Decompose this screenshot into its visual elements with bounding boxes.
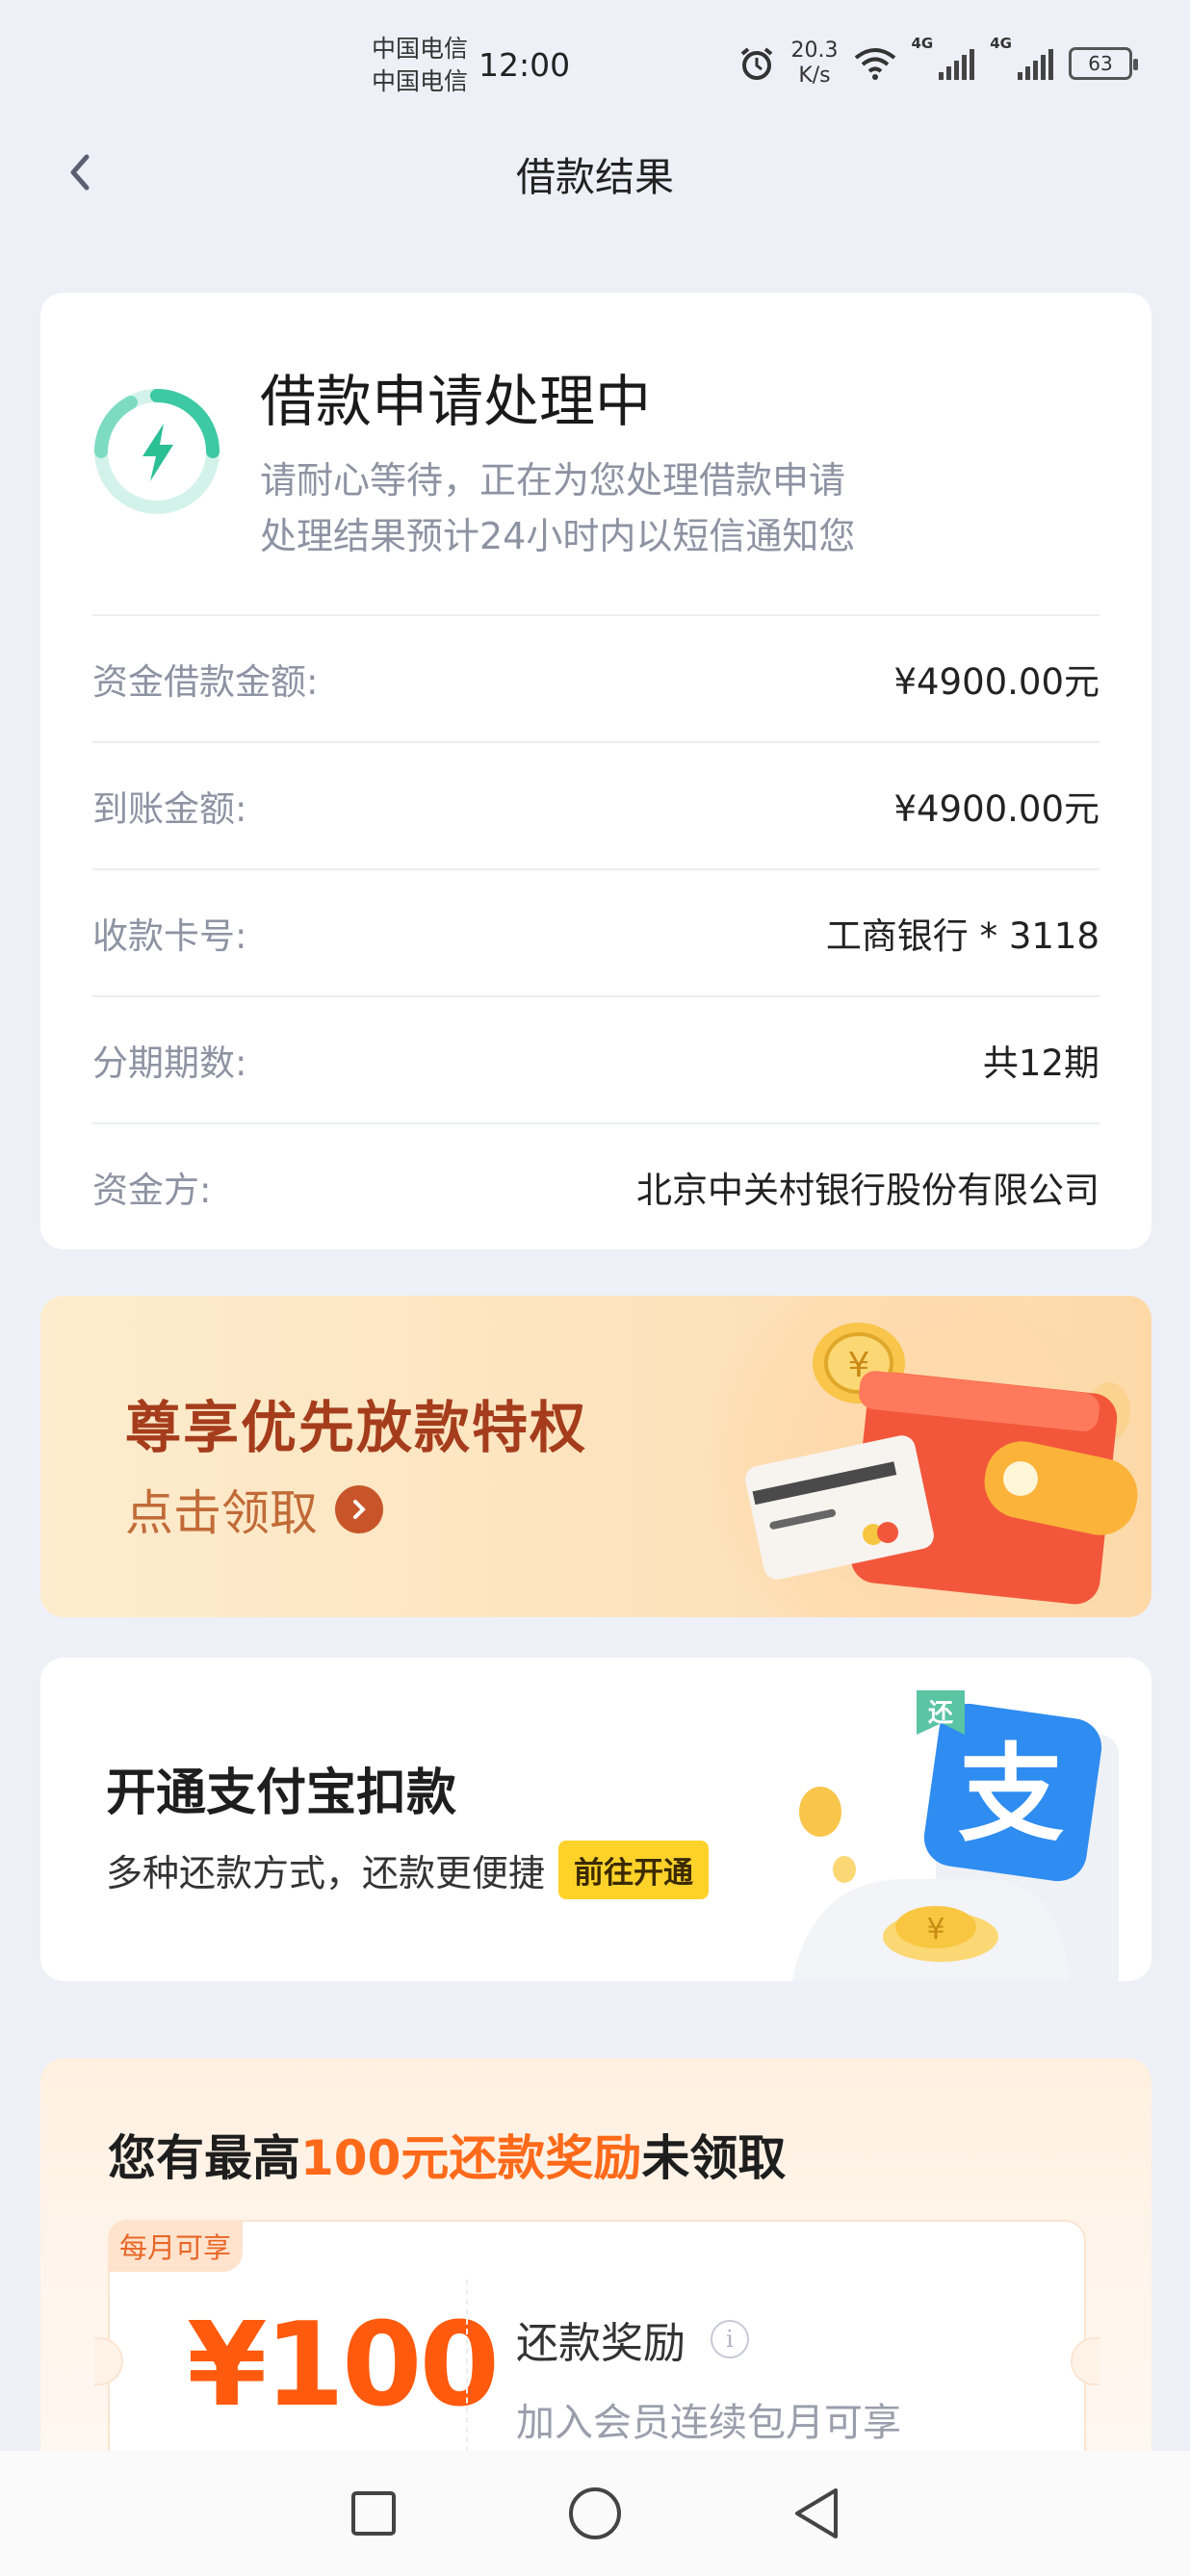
- chevron-right-icon: [335, 1485, 383, 1533]
- nav-bar: 借款结果: [0, 135, 1190, 212]
- alipay-banner-subtitle: 多种还款方式，还款更便捷: [106, 1852, 546, 1894]
- detail-row-received-amount: 到账金额: ¥4900.00元: [92, 743, 1099, 870]
- detail-value: ¥4900.00元: [893, 661, 1099, 703]
- page-title: 借款结果: [516, 154, 674, 200]
- network-speed: 20.3 K/s: [791, 39, 839, 89]
- speed-unit: K/s: [798, 64, 831, 88]
- alipay-logo-text: 支: [958, 1733, 1064, 1856]
- alipay-debit-banner[interactable]: 开通支付宝扣款 多种还款方式，还款更便捷 前往开通 ¥ 支 还: [40, 1658, 1151, 1981]
- signal-icon-1: [939, 47, 975, 80]
- reward-title-pre: 您有最高: [108, 2130, 300, 2186]
- triangle-back-icon: [795, 2488, 838, 2538]
- detail-label: 资金方:: [92, 1170, 212, 1211]
- monthly-tag: 每月可享: [108, 2220, 244, 2272]
- carrier-2: 中国电信: [372, 67, 469, 95]
- result-desc-2: 处理结果预计24小时内以短信通知您: [260, 515, 856, 557]
- system-nav-bar: [0, 2451, 1190, 2576]
- detail-value: 北京中关村银行股份有限公司: [636, 1170, 1099, 1211]
- reward-desc: 加入会员连续包月可享: [516, 2401, 901, 2445]
- status-icons: 20.3 K/s 4G 4G 63: [737, 35, 1138, 92]
- banner-title: 尊享优先放款特权: [125, 1395, 588, 1460]
- detail-value: ¥4900.00元: [893, 788, 1099, 830]
- alipay-banner-title: 开通支付宝扣款: [106, 1765, 457, 1822]
- battery-icon: 63: [1069, 47, 1138, 80]
- reward-title-post: 未领取: [641, 2130, 787, 2186]
- circle-icon: [569, 2487, 621, 2539]
- detail-label: 收款卡号:: [92, 915, 247, 957]
- result-title: 借款申请处理中: [260, 369, 652, 434]
- detail-row-loan-amount: 资金借款金额: ¥4900.00元: [92, 616, 1099, 743]
- clock: 12:00: [479, 46, 571, 84]
- detail-row-card-number: 收款卡号: 工商银行 * 3118: [92, 870, 1099, 997]
- detail-label: 分期期数:: [92, 1043, 247, 1084]
- claim-link[interactable]: 点击领取: [125, 1475, 383, 1544]
- reward-amount: ¥100: [187, 2299, 500, 2433]
- priority-loan-banner[interactable]: 尊享优先放款特权 点击领取 ¥: [40, 1296, 1151, 1617]
- detail-label: 到账金额:: [92, 788, 247, 830]
- processing-icon: [94, 389, 220, 514]
- signal-icon-2: [1018, 47, 1053, 80]
- reward-name-row: 还款奖励 i: [516, 2308, 749, 2370]
- speed-value: 20.3: [790, 39, 839, 63]
- detail-label: 资金借款金额:: [92, 661, 319, 703]
- carrier-1: 中国电信: [372, 35, 469, 63]
- carrier-names: 中国电信 中国电信: [372, 33, 468, 98]
- open-alipay-button[interactable]: 前往开通: [558, 1841, 710, 1899]
- alipay-illustration: ¥ 支 还: [791, 1690, 1119, 1981]
- net-type-2: 4G: [990, 35, 1012, 52]
- loan-details: 资金借款金额: ¥4900.00元 到账金额: ¥4900.00元 收款卡号: …: [92, 616, 1099, 1251]
- detail-row-installments: 分期期数: 共12期: [92, 997, 1099, 1124]
- status-bar: 中国电信 中国电信 12:00 20.3 K/s 4G 4G 63: [0, 0, 1190, 135]
- reward-title: 您有最高100元还款奖励未领取: [108, 2120, 786, 2189]
- info-icon[interactable]: i: [711, 2320, 749, 2358]
- svg-text:¥: ¥: [926, 1913, 944, 1946]
- claim-label: 点击领取: [125, 1485, 318, 1541]
- detail-row-lender: 资金方: 北京中关村银行股份有限公司: [92, 1124, 1099, 1251]
- wallet-illustration: ¥: [745, 1323, 1138, 1605]
- wifi-icon: [854, 48, 895, 80]
- home-button[interactable]: [566, 2485, 624, 2542]
- result-desc-1: 请耐心等待，正在为您处理借款申请: [260, 459, 846, 502]
- reward-name: 还款奖励: [516, 2319, 686, 2368]
- alipay-banner-subtitle-row: 多种还款方式，还款更便捷 前往开通: [106, 1841, 710, 1899]
- alarm-icon: [740, 47, 772, 80]
- coupon-notch-left: [94, 2337, 123, 2385]
- net-type-1: 4G: [911, 35, 934, 52]
- detail-value: 工商银行 * 3118: [825, 915, 1099, 957]
- system-back-button[interactable]: [788, 2485, 845, 2542]
- reward-title-highlight: 100元还款奖励: [300, 2130, 642, 2186]
- detail-value: 共12期: [982, 1043, 1099, 1084]
- loan-result-card: 借款申请处理中 请耐心等待，正在为您处理借款申请 处理结果预计24小时内以短信通…: [40, 293, 1151, 1251]
- square-icon: [351, 2491, 396, 2536]
- recent-apps-button[interactable]: [345, 2485, 402, 2542]
- coupon-divider: [466, 2280, 468, 2472]
- coupon-notch-right: [1071, 2337, 1099, 2385]
- repay-tag-text: 还: [928, 1699, 954, 1728]
